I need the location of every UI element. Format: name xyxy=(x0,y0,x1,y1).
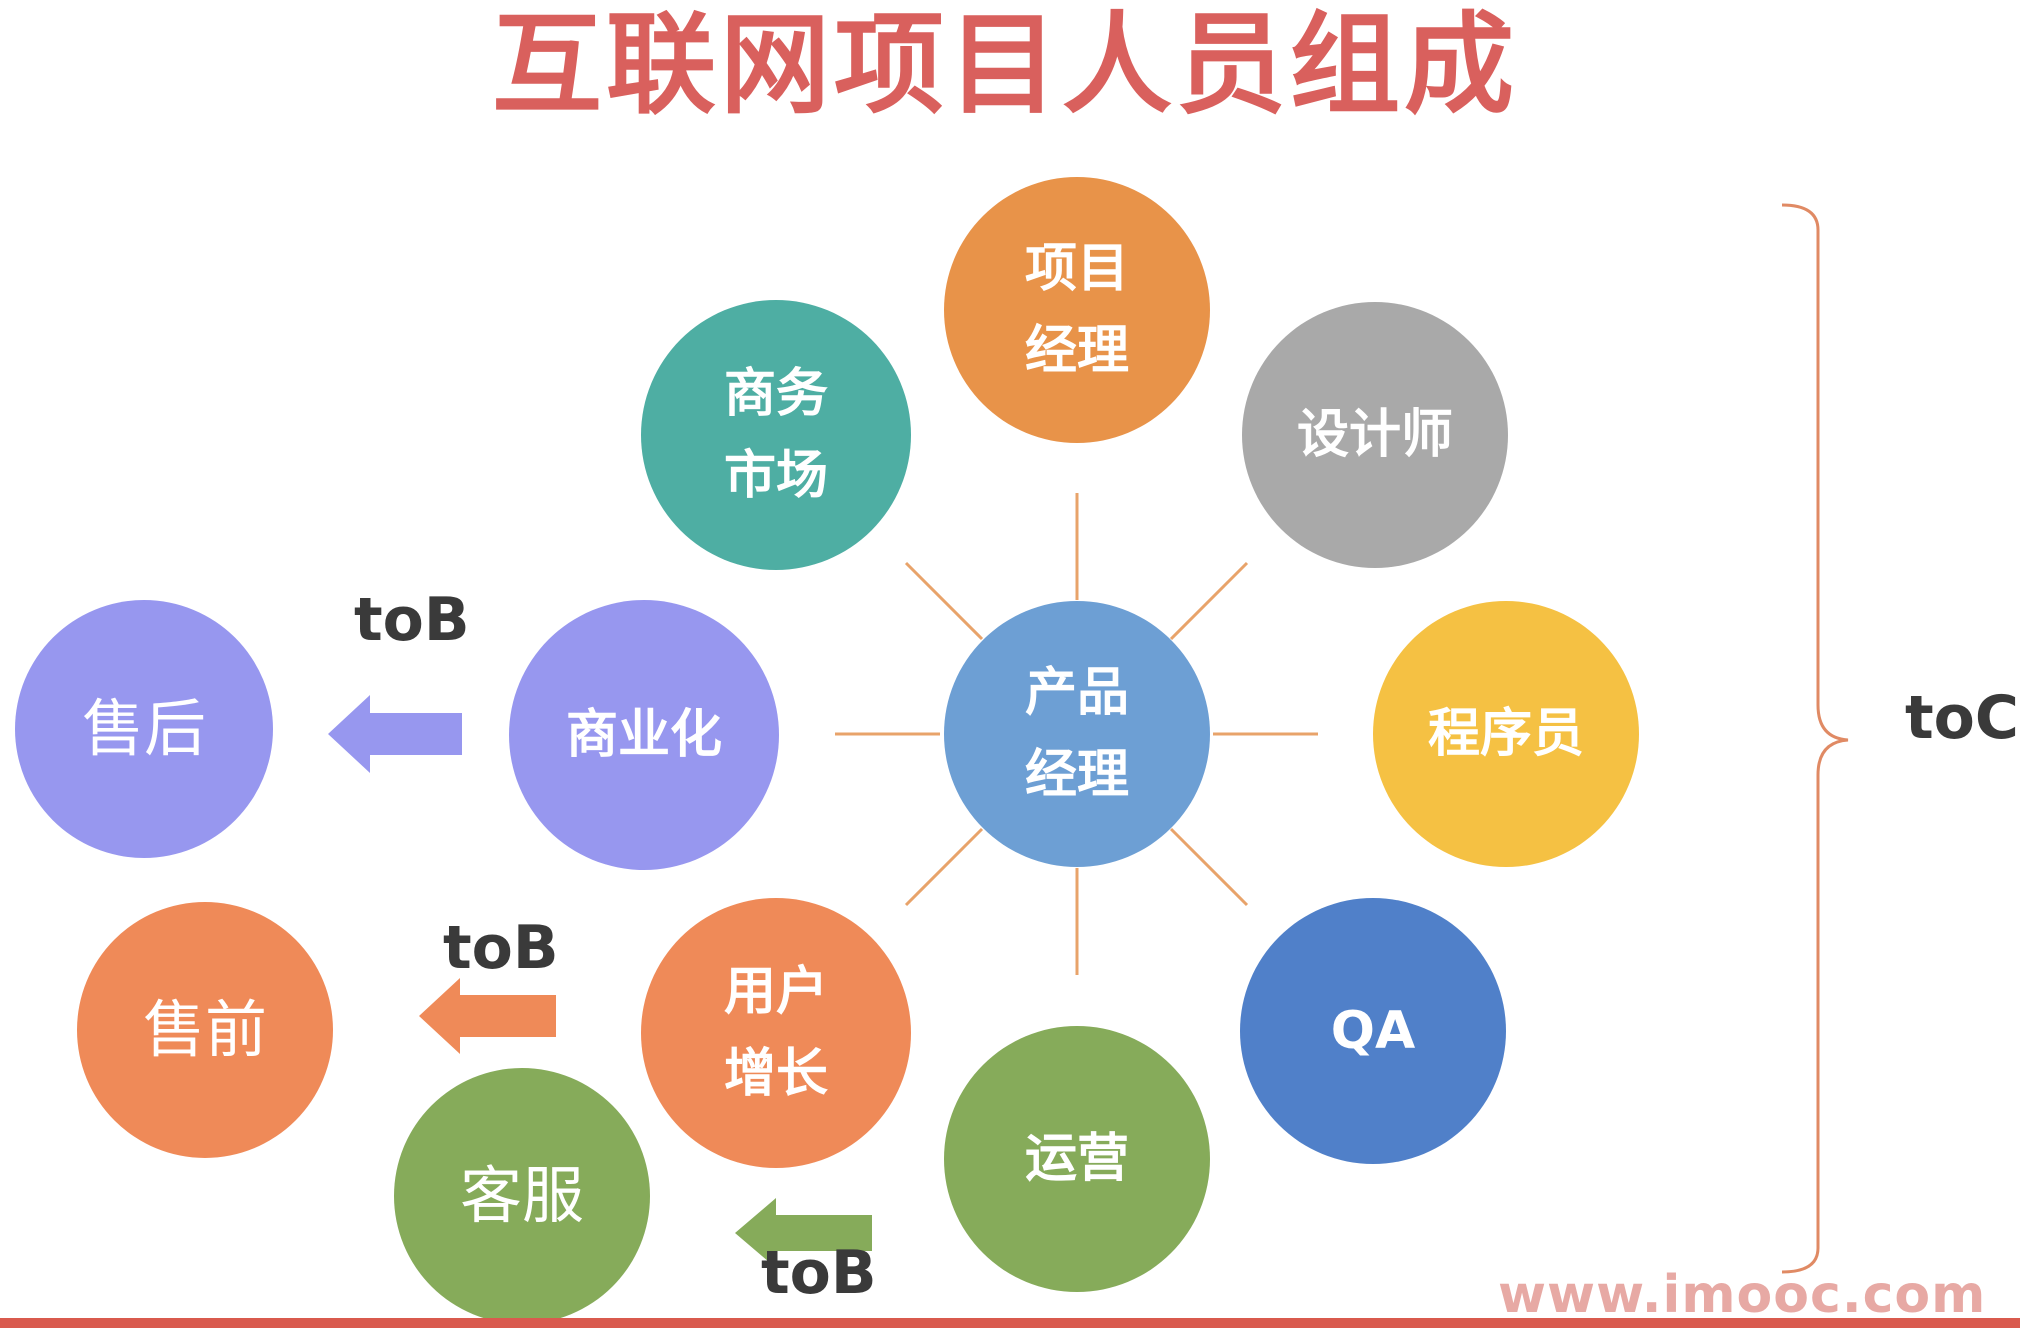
node-project-manager: 项目 经理 xyxy=(944,177,1210,443)
node-label: 产品 经理 xyxy=(1024,663,1129,805)
center-node-product-manager: 产品 经理 xyxy=(944,601,1210,867)
arrow-left-icon xyxy=(419,978,556,1054)
node-business-market: 商务 市场 xyxy=(641,300,911,570)
node-label: 设计师 xyxy=(1296,405,1453,465)
watermark: www.imooc.com xyxy=(1498,1265,1987,1325)
node-after-sales: 售后 xyxy=(15,600,273,858)
node-label: 售后 xyxy=(81,692,206,765)
bottom-bar xyxy=(0,1318,2020,1328)
spoke-top-left xyxy=(904,561,984,641)
node-commercialization: 商业化 xyxy=(509,600,779,870)
tob-label: toB xyxy=(443,913,559,983)
node-label: 商业化 xyxy=(565,705,722,765)
node-operations: 运营 xyxy=(944,1026,1210,1292)
node-designer: 设计师 xyxy=(1242,302,1508,568)
arrow-left-icon xyxy=(328,695,462,773)
node-user-growth: 用户 增长 xyxy=(641,898,911,1168)
node-label: 程序员 xyxy=(1427,704,1584,764)
spoke-bottom-left xyxy=(904,827,984,907)
node-label: 用户 增长 xyxy=(723,962,828,1104)
node-qa: QA xyxy=(1240,898,1506,1164)
node-label: 商务 市场 xyxy=(723,364,828,506)
toc-label: toC xyxy=(1905,683,2019,753)
node-label: 运营 xyxy=(1024,1129,1129,1189)
node-label: 售前 xyxy=(142,993,267,1066)
tob-label: toB xyxy=(354,585,470,655)
node-programmer: 程序员 xyxy=(1373,601,1639,867)
spoke-bottom-right xyxy=(1169,827,1249,907)
node-label: 客服 xyxy=(459,1159,584,1232)
node-pre-sales: 售前 xyxy=(77,902,333,1158)
tob-label: toB xyxy=(761,1238,877,1308)
spoke-top-right xyxy=(1169,561,1249,641)
node-customer-service: 客服 xyxy=(394,1068,650,1324)
node-label: QA xyxy=(1330,1001,1416,1061)
right-brace xyxy=(1781,203,1849,1274)
node-label: 项目 经理 xyxy=(1024,239,1129,381)
